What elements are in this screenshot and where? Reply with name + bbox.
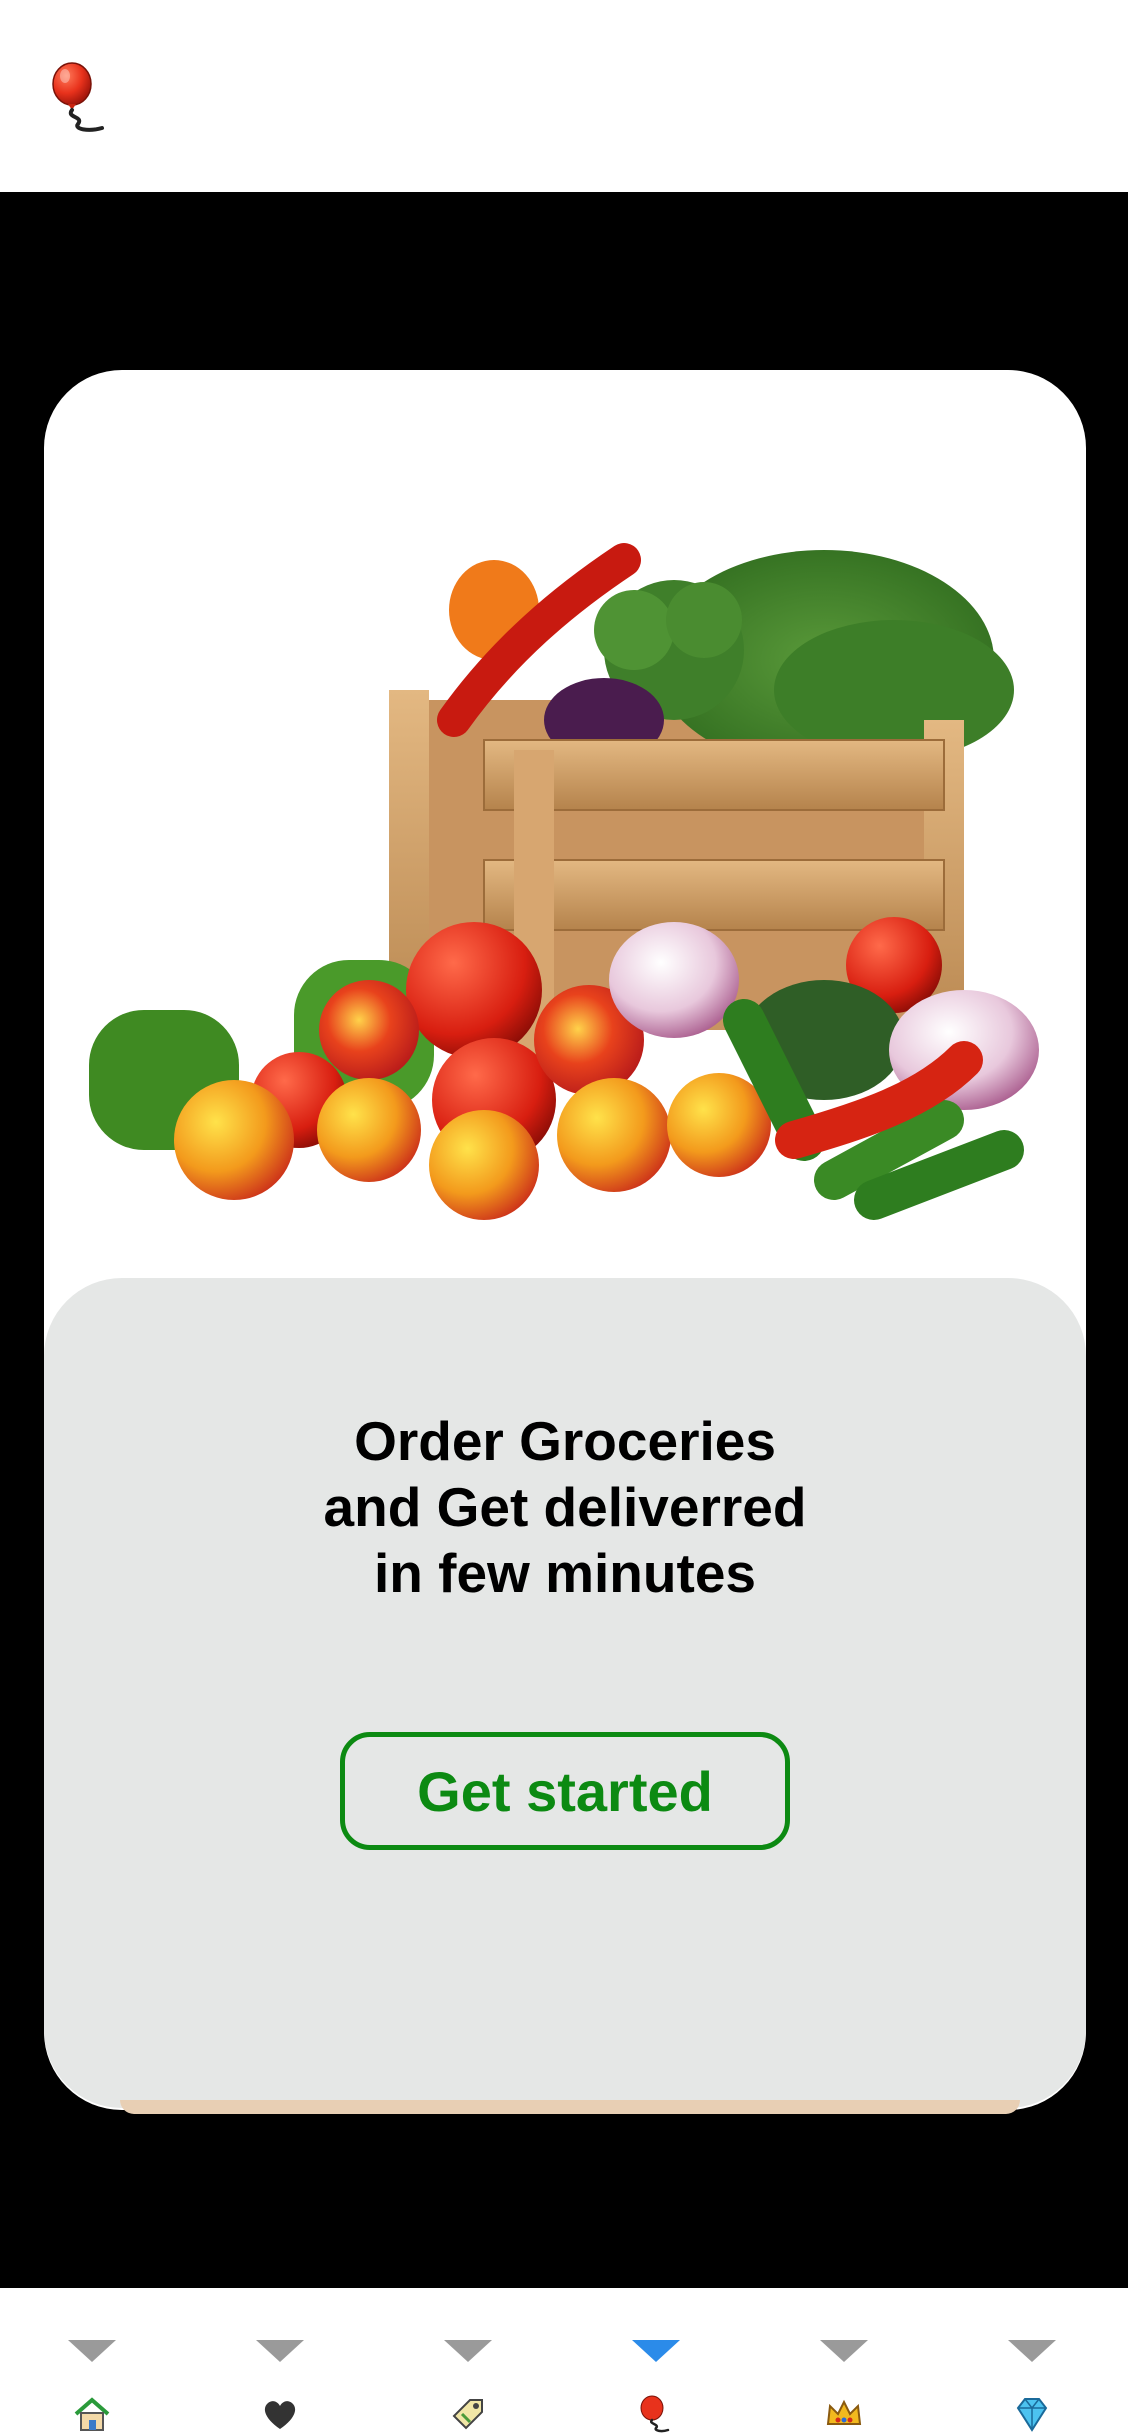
nav-item-deals[interactable]	[418, 2340, 518, 2436]
vegetables-crate-illustration	[89, 543, 1039, 1220]
heart-icon	[264, 2401, 296, 2429]
crown-icon	[826, 2399, 862, 2425]
gem-icon	[1016, 2398, 1048, 2432]
nav-item-premium[interactable]	[794, 2340, 894, 2436]
nav-indicator	[820, 2340, 868, 2362]
nav-item-home[interactable]	[42, 2340, 142, 2436]
nav-indicator-active	[632, 2340, 680, 2362]
info-panel	[44, 1278, 1086, 2108]
nav-indicator	[256, 2340, 304, 2362]
nav-item-favorites[interactable]	[230, 2340, 330, 2436]
nav-indicator	[1008, 2340, 1056, 2362]
nav-item-rewards[interactable]	[982, 2340, 1082, 2436]
headline-line-1: Order Groceries	[354, 1410, 776, 1472]
headline: Order Groceries and Get deliverred in fe…	[44, 1408, 1086, 1606]
headline-line-3: in few minutes	[374, 1542, 756, 1604]
get-started-button[interactable]: Get started	[340, 1732, 790, 1850]
nav-indicator	[68, 2340, 116, 2362]
balloon-icon	[640, 2395, 670, 2433]
top-bar	[0, 0, 1128, 192]
bottom-nav	[0, 2288, 1128, 2436]
balloon-icon[interactable]	[48, 62, 112, 136]
nav-item-balloon[interactable]	[606, 2340, 706, 2436]
house-icon	[74, 2397, 110, 2431]
headline-line-2: and Get deliverred	[323, 1476, 807, 1538]
tag-icon	[452, 2399, 483, 2430]
panel-edge	[120, 2100, 1020, 2114]
nav-indicator	[444, 2340, 492, 2362]
